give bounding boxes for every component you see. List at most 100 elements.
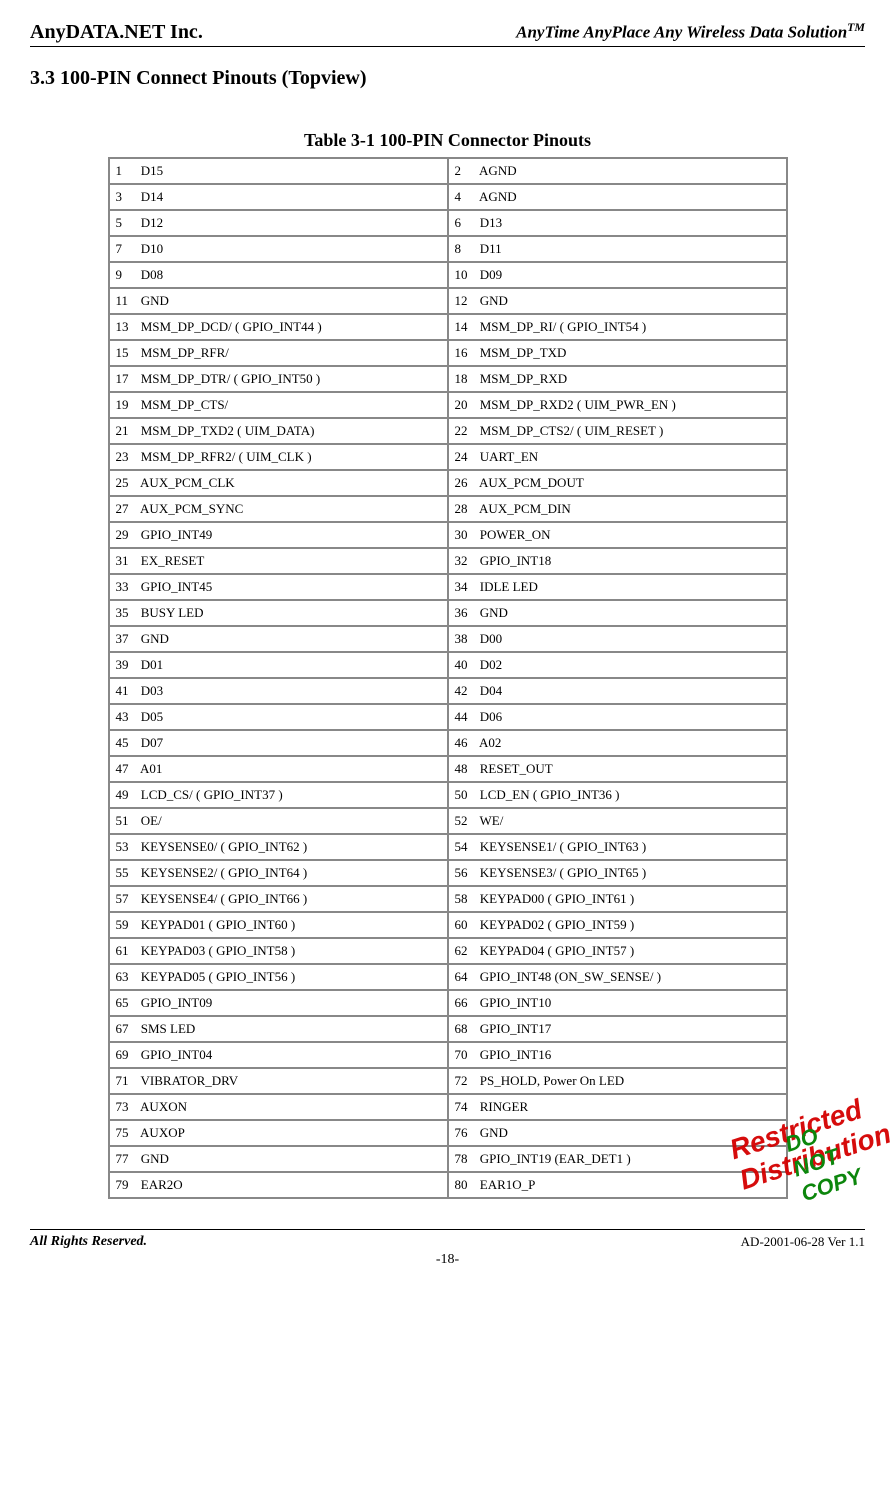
pin-cell-right: 52 WE/ — [449, 809, 786, 833]
pin-number: 71 — [116, 1073, 138, 1089]
pin-number: 79 — [116, 1177, 138, 1193]
table-row: 57 KEYSENSE4/ ( GPIO_INT66 )58 KEYPAD00 … — [110, 887, 786, 911]
table-caption: Table 3-1 100-PIN Connector Pinouts — [30, 130, 865, 151]
pin-name: MSM_DP_CTS2/ ( UIM_RESET ) — [480, 423, 664, 438]
pin-name: MSM_DP_DTR/ ( GPIO_INT50 ) — [141, 371, 320, 386]
pin-name: D06 — [480, 709, 502, 724]
pin-number: 36 — [455, 605, 477, 621]
pin-number: 66 — [455, 995, 477, 1011]
pin-name: KEYPAD03 ( GPIO_INT58 ) — [141, 943, 295, 958]
pin-name: D12 — [141, 215, 163, 230]
table-row: 59 KEYPAD01 ( GPIO_INT60 )60 KEYPAD02 ( … — [110, 913, 786, 937]
pin-cell-right: 18 MSM_DP_RXD — [449, 367, 786, 391]
pin-cell-left: 43 D05 — [110, 705, 447, 729]
pin-name: KEYPAD01 ( GPIO_INT60 ) — [141, 917, 295, 932]
pin-name: GND — [141, 293, 169, 308]
pin-number: 31 — [116, 553, 138, 569]
pin-number: 26 — [455, 475, 477, 491]
pin-cell-right: 74 RINGER — [449, 1095, 786, 1119]
pin-number: 72 — [455, 1073, 477, 1089]
table-row: 21 MSM_DP_TXD2 ( UIM_DATA)22 MSM_DP_CTS2… — [110, 419, 786, 443]
pin-name: EX_RESET — [141, 553, 205, 568]
pin-number: 30 — [455, 527, 477, 543]
pin-cell-left: 9 D08 — [110, 263, 447, 287]
pin-number: 61 — [116, 943, 138, 959]
pin-cell-right: 80 EAR1O_P — [449, 1173, 786, 1197]
pin-name: D08 — [141, 267, 163, 282]
pin-number: 57 — [116, 891, 138, 907]
pin-name: RINGER — [480, 1099, 528, 1114]
pin-cell-right: 12 GND — [449, 289, 786, 313]
pin-cell-left: 37 GND — [110, 627, 447, 651]
pin-name: D11 — [480, 241, 502, 256]
pin-cell-left: 3 D14 — [110, 185, 447, 209]
pin-name: KEYPAD04 ( GPIO_INT57 ) — [480, 943, 634, 958]
table-row: 13 MSM_DP_DCD/ ( GPIO_INT44 )14 MSM_DP_R… — [110, 315, 786, 339]
pin-cell-left: 71 VIBRATOR_DRV — [110, 1069, 447, 1093]
pin-cell-right: 34 IDLE LED — [449, 575, 786, 599]
pin-cell-right: 6 D13 — [449, 211, 786, 235]
pin-cell-right: 28 AUX_PCM_DIN — [449, 497, 786, 521]
pin-cell-left: 27 AUX_PCM_SYNC — [110, 497, 447, 521]
table-row: 53 KEYSENSE0/ ( GPIO_INT62 )54 KEYSENSE1… — [110, 835, 786, 859]
table-row: 39 D0140 D02 — [110, 653, 786, 677]
pin-name: GPIO_INT17 — [480, 1021, 552, 1036]
pin-number: 62 — [455, 943, 477, 959]
pin-cell-left: 17 MSM_DP_DTR/ ( GPIO_INT50 ) — [110, 367, 447, 391]
pin-name: AUXON — [140, 1099, 187, 1114]
pin-number: 47 — [116, 761, 138, 777]
pin-number: 38 — [455, 631, 477, 647]
table-row: 29 GPIO_INT4930 POWER_ON — [110, 523, 786, 547]
pin-cell-left: 13 MSM_DP_DCD/ ( GPIO_INT44 ) — [110, 315, 447, 339]
pin-number: 44 — [455, 709, 477, 725]
pin-name: MSM_DP_DCD/ ( GPIO_INT44 ) — [141, 319, 322, 334]
pin-name: GPIO_INT49 — [141, 527, 213, 542]
pin-cell-left: 25 AUX_PCM_CLK — [110, 471, 447, 495]
pin-number: 52 — [455, 813, 477, 829]
pin-cell-right: 70 GPIO_INT16 — [449, 1043, 786, 1067]
table-row: 37 GND38 D00 — [110, 627, 786, 651]
pin-name: GPIO_INT18 — [480, 553, 552, 568]
pin-cell-right: 76 GND — [449, 1121, 786, 1145]
table-row: 23 MSM_DP_RFR2/ ( UIM_CLK )24 UART_EN — [110, 445, 786, 469]
pin-cell-left: 23 MSM_DP_RFR2/ ( UIM_CLK ) — [110, 445, 447, 469]
pin-name: AGND — [479, 189, 517, 204]
pin-number: 50 — [455, 787, 477, 803]
pin-name: LCD_CS/ ( GPIO_INT37 ) — [141, 787, 283, 802]
pin-name: D04 — [480, 683, 502, 698]
pin-number: 43 — [116, 709, 138, 725]
table-row: 25 AUX_PCM_CLK26 AUX_PCM_DOUT — [110, 471, 786, 495]
table-row: 27 AUX_PCM_SYNC28 AUX_PCM_DIN — [110, 497, 786, 521]
pin-cell-right: 32 GPIO_INT18 — [449, 549, 786, 573]
pin-name: WE/ — [480, 813, 504, 828]
pin-cell-right: 60 KEYPAD02 ( GPIO_INT59 ) — [449, 913, 786, 937]
pin-name: AGND — [479, 163, 517, 178]
pin-name: BUSY LED — [141, 605, 204, 620]
pin-number: 33 — [116, 579, 138, 595]
pin-cell-right: 56 KEYSENSE3/ ( GPIO_INT65 ) — [449, 861, 786, 885]
table-row: 41 D0342 D04 — [110, 679, 786, 703]
pin-name: GND — [480, 293, 508, 308]
pin-number: 5 — [116, 215, 138, 231]
pin-cell-left: 55 KEYSENSE2/ ( GPIO_INT64 ) — [110, 861, 447, 885]
pin-number: 11 — [116, 293, 138, 309]
slogan-text: AnyTime AnyPlace Any Wireless Data Solut… — [516, 23, 847, 42]
pin-number: 8 — [455, 241, 477, 257]
pin-cell-left: 51 OE/ — [110, 809, 447, 833]
pin-cell-left: 33 GPIO_INT45 — [110, 575, 447, 599]
pin-name: D02 — [480, 657, 502, 672]
pin-name: KEYSENSE0/ ( GPIO_INT62 ) — [141, 839, 307, 854]
pin-number: 32 — [455, 553, 477, 569]
pin-name: KEYSENSE4/ ( GPIO_INT66 ) — [141, 891, 307, 906]
table-row: 47 A0148 RESET_OUT — [110, 757, 786, 781]
pin-number: 25 — [116, 475, 138, 491]
footer-rights: All Rights Reserved. — [30, 1234, 147, 1250]
slogan-tm: TM — [847, 20, 865, 34]
pin-name: D15 — [141, 163, 163, 178]
table-row: 79 EAR2O80 EAR1O_P — [110, 1173, 786, 1197]
table-row: 45 D0746 A02 — [110, 731, 786, 755]
pin-cell-right: 16 MSM_DP_TXD — [449, 341, 786, 365]
pin-name: AUX_PCM_SYNC — [140, 501, 243, 516]
pin-number: 37 — [116, 631, 138, 647]
pin-cell-right: 54 KEYSENSE1/ ( GPIO_INT63 ) — [449, 835, 786, 859]
